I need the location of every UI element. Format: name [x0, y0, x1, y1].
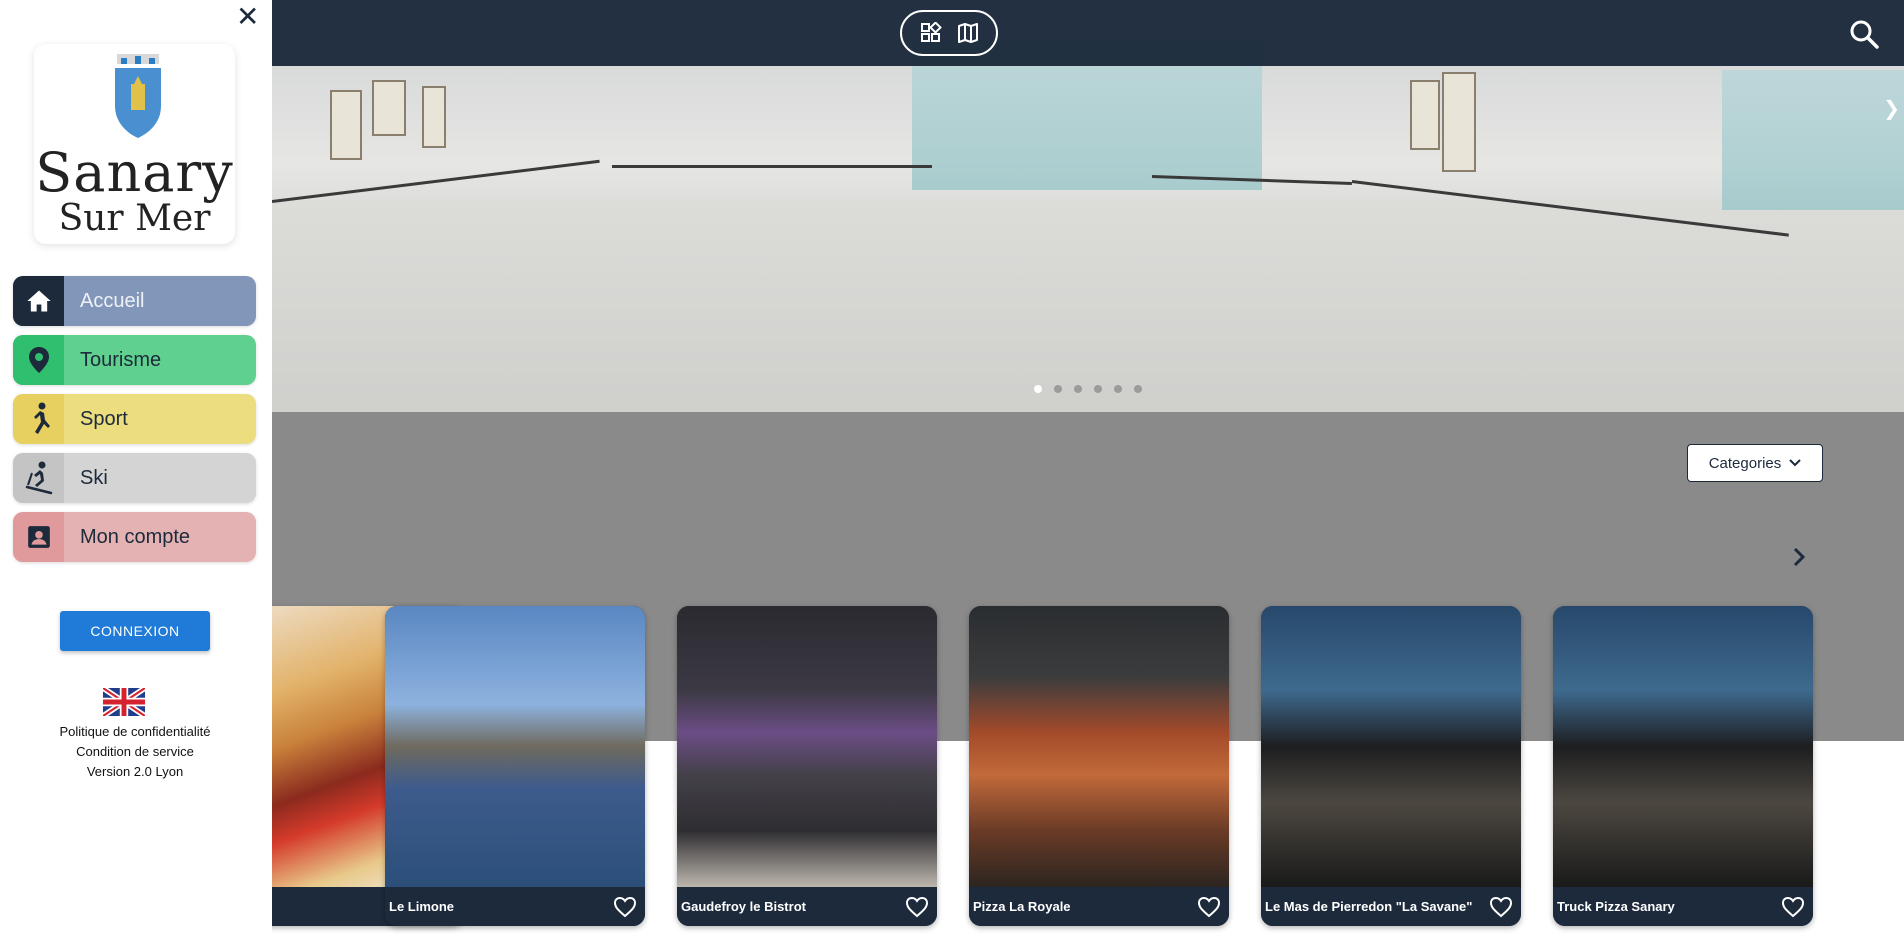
sidebar-nav: Accueil Tourisme Sport Ski Mon compte: [13, 276, 256, 571]
hero-artwork: [1410, 80, 1440, 150]
heart-icon[interactable]: [905, 896, 929, 918]
heart-icon[interactable]: [1781, 896, 1805, 918]
heart-icon[interactable]: [1489, 896, 1513, 918]
skier-icon: [13, 453, 64, 503]
app-root: ❯ Categories Le Limone Gaudefroy le Bist…: [0, 0, 1904, 935]
card-footer: Pizza La Royale: [969, 887, 1229, 926]
card-title: Truck Pizza Sanary: [1557, 899, 1675, 914]
logo-title: Sanary: [35, 141, 234, 204]
card-title: Gaudefroy le Bistrot: [681, 899, 806, 914]
runner-icon: [13, 394, 64, 444]
view-toggle[interactable]: [900, 10, 998, 56]
logo-subtitle: Sur Mer: [58, 198, 211, 239]
card-footer: Le Mas de Pierredon "La Savane": [1261, 887, 1521, 926]
account-box-icon: [13, 512, 64, 562]
location-pin-icon: [13, 335, 64, 385]
categories-label: Categories: [1708, 454, 1782, 472]
place-card[interactable]: Gaudefroy le Bistrot: [677, 606, 937, 926]
place-card[interactable]: Pizza La Royale: [969, 606, 1229, 926]
slider-dot[interactable]: [1114, 385, 1122, 393]
privacy-link[interactable]: Politique de confidentialité: [0, 722, 270, 742]
sidebar-item-tourisme[interactable]: Tourisme: [13, 335, 256, 385]
hero-wall-line: [612, 165, 932, 168]
terms-link[interactable]: Condition de service: [0, 742, 270, 762]
town-logo[interactable]: Sanary Sur Mer: [34, 44, 235, 244]
card-footer: Truck Pizza Sanary: [1553, 887, 1813, 926]
card-title: Le Mas de Pierredon "La Savane": [1265, 899, 1473, 914]
sidebar-item-label: Mon compte: [80, 525, 191, 548]
sidebar-item-ski[interactable]: Ski: [13, 453, 256, 503]
card-image: [1261, 606, 1521, 887]
card-title: Le Limone: [389, 899, 455, 914]
sidebar-item-mon-compte[interactable]: Mon compte: [13, 512, 256, 562]
sidebar: Sanary Sur Mer ✕ Accueil Tourisme Sport …: [0, 0, 272, 935]
version-text: Version 2.0 Lyon: [86, 764, 184, 779]
slider-dot[interactable]: [1034, 385, 1042, 393]
coat-of-arms-icon: [115, 54, 161, 138]
card-footer: Gaudefroy le Bistrot: [677, 887, 937, 926]
place-card[interactable]: Le Mas de Pierredon "La Savane": [1261, 606, 1521, 926]
categories-dropdown[interactable]: Categories: [1687, 444, 1823, 482]
sidebar-item-label: Ski: [80, 466, 108, 489]
slider-dot[interactable]: [1094, 385, 1102, 393]
search-icon[interactable]: [1848, 18, 1880, 50]
grid-view-icon[interactable]: [918, 20, 944, 46]
connexion-button[interactable]: CONNEXION: [60, 611, 210, 651]
footer-links: Politique de confidentialité Condition d…: [0, 722, 270, 782]
sidebar-item-sport[interactable]: Sport: [13, 394, 256, 444]
close-icon[interactable]: ✕: [236, 2, 259, 32]
hero-wall-line: [272, 159, 600, 203]
hero-window: [1722, 70, 1904, 210]
top-bar: [0, 0, 1904, 66]
hero-artwork: [372, 80, 406, 136]
hero-floor: [272, 200, 1904, 412]
chevron-right-icon[interactable]: [1788, 544, 1810, 570]
hero-artwork: [1442, 72, 1476, 172]
uk-flag-icon[interactable]: [103, 688, 145, 716]
place-card[interactable]: Le Limone: [385, 606, 645, 926]
place-card[interactable]: Truck Pizza Sanary: [1553, 606, 1813, 926]
sidebar-item-label: Accueil: [80, 289, 145, 312]
home-icon: [13, 276, 64, 326]
slider-dots[interactable]: [272, 385, 1904, 393]
heart-icon[interactable]: [613, 896, 637, 918]
chevron-down-icon: [1789, 459, 1801, 467]
sidebar-item-label: Sport: [80, 407, 128, 430]
sidebar-item-label: Tourisme: [80, 348, 162, 371]
slider-dot[interactable]: [1054, 385, 1062, 393]
heart-icon[interactable]: [1197, 896, 1221, 918]
card-footer: Le Limone: [385, 887, 645, 926]
card-image: [677, 606, 937, 887]
map-view-icon[interactable]: [955, 20, 981, 46]
card-title: Pizza La Royale: [973, 899, 1071, 914]
slider-dot[interactable]: [1074, 385, 1082, 393]
slider-next-icon[interactable]: ❯: [1883, 96, 1900, 120]
hero-artwork: [330, 90, 362, 160]
hero-artwork: [422, 86, 446, 148]
card-image: [385, 606, 645, 887]
card-image: [969, 606, 1229, 887]
card-image: [1553, 606, 1813, 887]
slider-dot[interactable]: [1134, 385, 1142, 393]
sidebar-item-accueil[interactable]: Accueil: [13, 276, 256, 326]
